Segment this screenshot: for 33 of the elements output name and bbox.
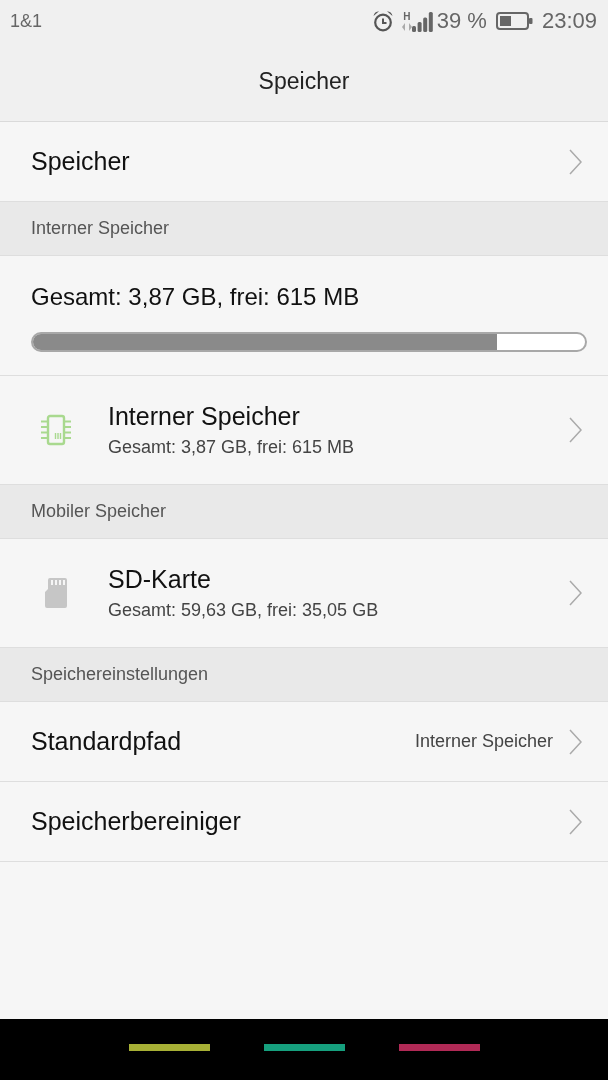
- nav-bar-button[interactable]: [398, 1044, 480, 1051]
- chevron-right-icon: [569, 580, 582, 606]
- chevron-right-icon: [569, 417, 582, 443]
- carrier-name: 1&1: [10, 10, 43, 32]
- item-title: Speicherbereiniger: [31, 807, 241, 836]
- data-arrows-icon: [401, 23, 412, 31]
- clock-time: 23:09: [541, 8, 597, 34]
- screen-title: Speicher: [258, 68, 350, 95]
- section-header: Speichereinstellungen: [0, 648, 608, 702]
- network-type-label: H: [403, 11, 411, 22]
- section-header: Mobiler Speicher: [0, 485, 608, 539]
- battery-icon: [495, 12, 533, 30]
- chip-icon: [40, 414, 72, 446]
- nav-bar-button[interactable]: [263, 1044, 345, 1051]
- list-item[interactable]: Speicherbereiniger: [0, 782, 608, 862]
- item-title: Speicher: [31, 147, 130, 176]
- alarm-clock-icon: [371, 10, 394, 32]
- section-header: Interner Speicher: [0, 202, 608, 256]
- chevron-right-icon: [569, 148, 582, 175]
- list-item[interactable]: Standardpfad Interner Speicher: [0, 702, 608, 782]
- item-title: SD-Karte: [108, 564, 211, 594]
- battery-percent: 39 %: [436, 8, 487, 34]
- storage-summary: Gesamt: 3,87 GB, frei: 615 MB: [31, 282, 360, 312]
- sd-card-icon: [45, 578, 67, 608]
- signal-icon: [411, 12, 433, 32]
- item-subtitle: Gesamt: 3,87 GB, frei: 615 MB: [108, 436, 355, 459]
- item-title: Interner Speicher: [108, 401, 300, 431]
- item-subtitle: Gesamt: 59,63 GB, frei: 35,05 GB: [108, 599, 379, 622]
- item-title: Standardpfad: [31, 727, 182, 756]
- chevron-right-icon: [569, 728, 582, 755]
- nav-bar-button[interactable]: [128, 1044, 210, 1051]
- item-value: Interner Speicher: [414, 731, 553, 752]
- chevron-right-icon: [569, 808, 582, 835]
